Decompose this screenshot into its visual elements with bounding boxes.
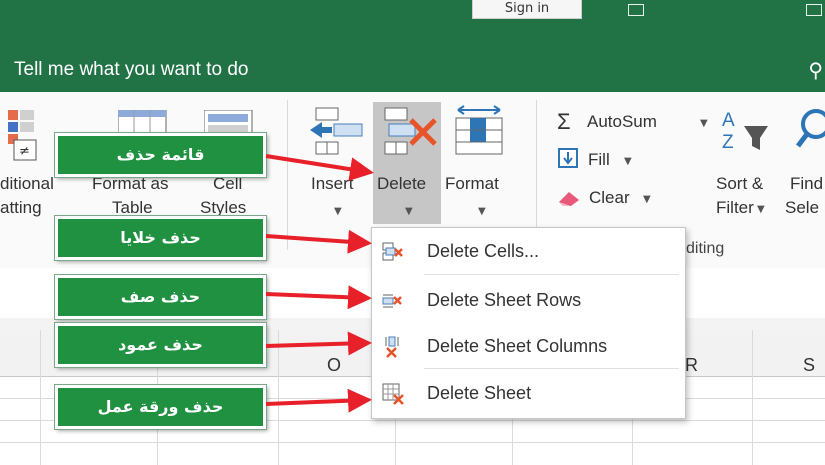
fill-dropdown-icon[interactable]: ▼: [624, 156, 632, 167]
insert-dropdown-icon[interactable]: ▼: [334, 206, 342, 217]
grid-line: [0, 442, 825, 443]
find-select-label-2: Sele: [785, 198, 820, 217]
delete-dropdown-menu: Delete Cells... Delete Sheet Rows Delete…: [371, 227, 686, 419]
fill-down-icon[interactable]: [558, 148, 578, 172]
tell-me-input[interactable]: Tell me what you want to do: [14, 59, 248, 81]
callout-delete-sheet: حذف ورقة عمل: [54, 384, 267, 430]
delete-columns-icon: [382, 336, 404, 358]
conditional-formatting-label[interactable]: ditional: [0, 174, 54, 194]
menu-separator: [424, 274, 679, 275]
insert-cells-icon[interactable]: [308, 106, 364, 168]
eraser-icon[interactable]: [557, 186, 583, 212]
autosum-dropdown-icon[interactable]: ▼: [700, 118, 708, 129]
menu-item-label: Delete Sheet Rows: [427, 290, 582, 310]
editing-group-label: diting: [686, 240, 725, 257]
delete-button-label[interactable]: Delete: [377, 174, 426, 194]
sort-dropdown-icon[interactable]: ▼: [757, 204, 765, 215]
callout-delete-cells: حذف خلايا: [54, 215, 267, 261]
conditional-formatting-icon[interactable]: ≠: [8, 110, 48, 169]
delete-cells-icon: [382, 241, 404, 263]
menu-item-label: Delete Sheet Columns: [427, 336, 608, 356]
format-dropdown-icon[interactable]: ▼: [478, 206, 486, 217]
find-select-icon[interactable]: [796, 106, 825, 162]
sort-filter-label-2: Filter: [716, 198, 754, 217]
menu-item-delete-sheet-rows[interactable]: Delete Sheet Rows: [372, 279, 685, 323]
ribbon-display-icon[interactable]: [628, 4, 644, 16]
conditional-formatting-label-2: atting: [0, 198, 42, 217]
autosum-label[interactable]: AutoSum: [587, 112, 657, 132]
format-cells-icon[interactable]: [452, 104, 508, 166]
autosum-icon[interactable]: Σ: [557, 109, 571, 135]
minimize-icon[interactable]: [806, 4, 822, 16]
clear-label[interactable]: Clear: [589, 188, 630, 208]
format-as-table-label-2: Table: [112, 198, 153, 217]
format-as-table-label[interactable]: Format as: [92, 174, 169, 194]
title-bar: Sign in: [0, 0, 825, 50]
find-select-label[interactable]: Find: [790, 174, 823, 194]
callout-delete-columns: حذف عمود: [54, 322, 267, 368]
menu-item-delete-cells[interactable]: Delete Cells...: [372, 230, 685, 274]
search-icon[interactable]: ⚲: [808, 58, 823, 83]
svg-text:≠: ≠: [19, 144, 30, 159]
group-separator: [287, 100, 288, 250]
menu-item-label: Delete Cells...: [427, 241, 540, 261]
column-header-r[interactable]: R: [685, 355, 698, 376]
delete-dropdown-icon[interactable]: ▼: [405, 206, 413, 217]
insert-button-label[interactable]: Insert: [311, 174, 354, 194]
menu-item-delete-sheet[interactable]: Delete Sheet: [372, 372, 685, 416]
cell-styles-label[interactable]: Cell: [213, 174, 242, 194]
cell-styles-label-2: Styles: [200, 198, 247, 217]
svg-text:A: A: [722, 110, 735, 131]
menu-separator: [424, 368, 679, 369]
tell-me-bar: Tell me what you want to do ⚲: [0, 50, 825, 92]
sort-filter-label[interactable]: Sort &: [716, 174, 763, 194]
delete-rows-icon: [382, 290, 404, 312]
menu-item-delete-sheet-columns[interactable]: Delete Sheet Columns: [372, 325, 685, 369]
format-button-label[interactable]: Format: [445, 174, 499, 194]
menu-item-label: Delete Sheet: [427, 383, 532, 403]
callout-delete-menu: قائمة حذف: [54, 132, 267, 178]
delete-sheet-icon: [382, 383, 404, 405]
svg-text:Z: Z: [722, 132, 734, 153]
delete-cells-ribbon-icon[interactable]: [383, 106, 439, 168]
sign-in-button[interactable]: Sign in: [472, 0, 582, 19]
sort-filter-icon[interactable]: A Z: [722, 106, 772, 166]
callout-delete-rows: حذف صف: [54, 274, 267, 320]
fill-label[interactable]: Fill: [588, 150, 610, 170]
column-header-o[interactable]: O: [327, 355, 341, 376]
column-header-s[interactable]: S: [803, 355, 815, 376]
clear-dropdown-icon[interactable]: ▼: [643, 194, 651, 205]
